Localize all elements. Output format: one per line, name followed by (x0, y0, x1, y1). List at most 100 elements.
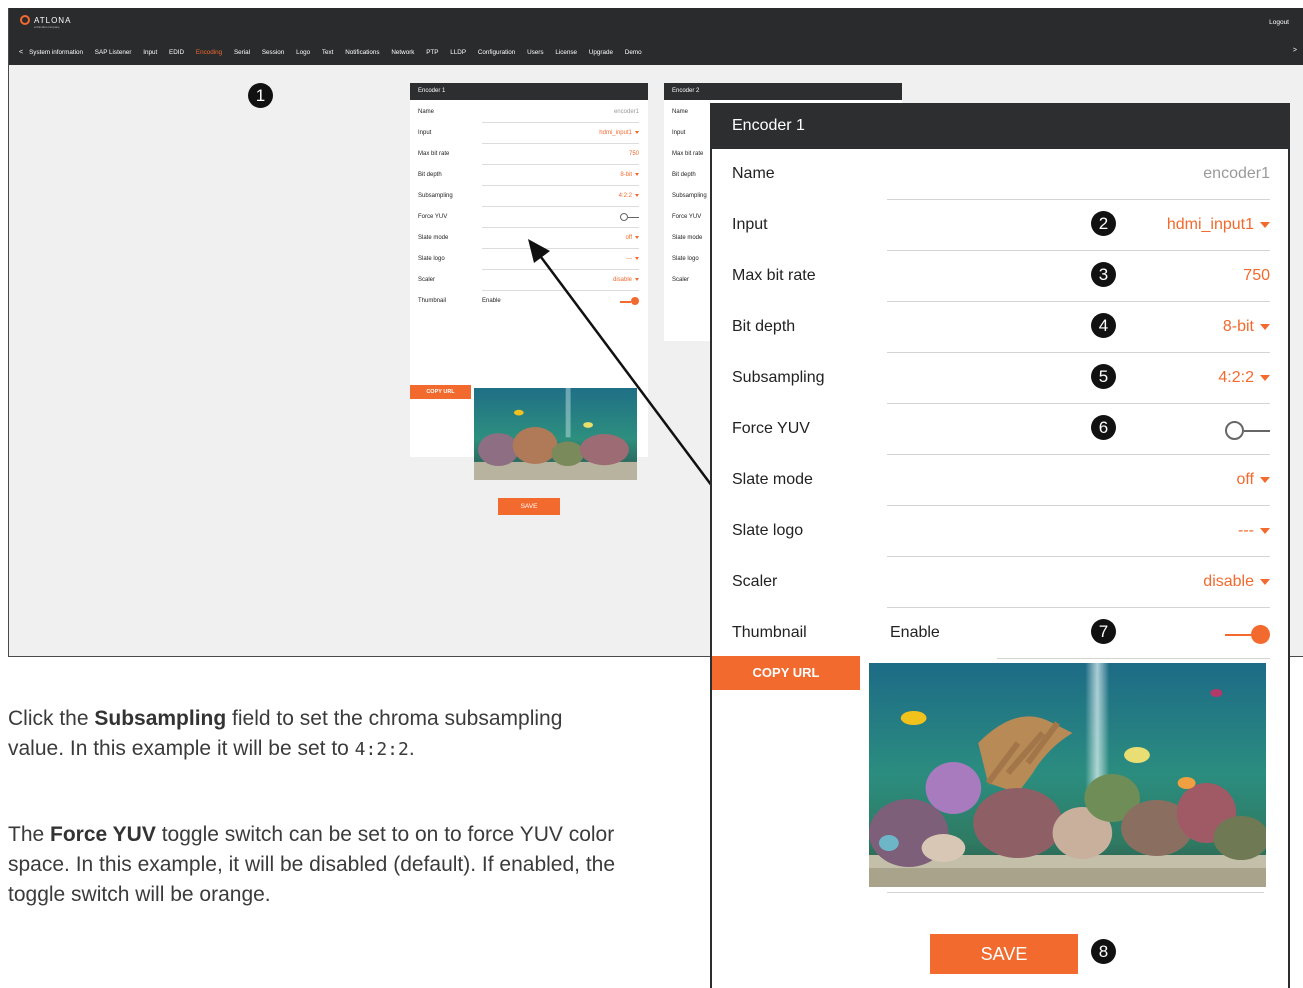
small-input-select[interactable]: hdmi_input1 (599, 130, 639, 136)
small-field-underline (482, 122, 639, 123)
force-yuv-toggle[interactable] (1225, 421, 1270, 440)
brand-logo[interactable]: ATLONA (20, 15, 71, 25)
chevron-down-icon (635, 193, 639, 197)
callout-3: 3 (1091, 262, 1116, 287)
max-bit-rate-input[interactable]: 750 (1243, 267, 1270, 285)
nav-item-encoding[interactable]: Encoding (196, 49, 222, 56)
small-field-underline (482, 164, 639, 165)
enc2-label-bit-depth: Bit depth (672, 172, 696, 178)
small-bit-depth-value: 8-bit (620, 172, 632, 178)
slate-logo-select[interactable]: --- (1238, 522, 1270, 540)
nav-item-users[interactable]: Users (527, 49, 543, 56)
input-value: hdmi_input1 (1166, 216, 1254, 233)
row-name: Name encoder1 (712, 149, 1288, 200)
small-label-bit-depth: Bit depth (418, 172, 442, 178)
small-force-yuv-toggle[interactable] (620, 213, 639, 221)
small-name-input[interactable]: encoder1 (614, 109, 639, 115)
code-value: 4:2:2 (354, 739, 409, 760)
row-scaler: Scaler disable (712, 557, 1288, 608)
nav-item-ptp[interactable]: PTP (426, 49, 438, 56)
chevron-down-icon (1260, 221, 1270, 228)
row-force-yuv: Force YUV (712, 404, 1288, 455)
subsampling-select[interactable]: 4:2:2 (1218, 369, 1270, 387)
nav-item-system-information[interactable]: System information (29, 49, 83, 56)
nav-scroll-left-icon[interactable]: < (9, 49, 29, 56)
small-input-value: hdmi_input1 (599, 130, 632, 136)
text-run: . (408, 737, 415, 760)
label-slate-mode: Slate mode (732, 471, 813, 488)
chevron-down-icon (1260, 323, 1270, 330)
label-name: Name (732, 165, 775, 182)
small-copy-url-button[interactable]: COPY URL (410, 385, 471, 399)
small-field-underline (482, 143, 639, 144)
small-max-bit-rate-input[interactable]: 750 (629, 151, 639, 157)
callout-5: 5 (1091, 364, 1116, 389)
nav-item-lldp[interactable]: LLDP (450, 49, 466, 56)
chevron-down-icon (1260, 527, 1270, 534)
copy-url-button[interactable]: COPY URL (712, 656, 860, 690)
small-label-subsampling: Subsampling (418, 193, 453, 199)
row-bit-depth: Bit depth 8-bit (712, 302, 1288, 353)
thumbnail-preview-image (869, 663, 1266, 887)
thumbnail-underline (887, 892, 1264, 893)
small-row-force-yuv: Force YUV (410, 208, 648, 228)
slate-mode-select[interactable]: off (1237, 471, 1270, 489)
save-button[interactable]: SAVE (930, 934, 1078, 974)
nav-item-edid[interactable]: EDID (169, 49, 184, 56)
small-save-button[interactable]: SAVE (498, 498, 560, 515)
enc2-label-input: Input (672, 130, 686, 136)
nav-item-sap-listener[interactable]: SAP Listener (95, 49, 132, 56)
nav-item-logo[interactable]: Logo (296, 49, 310, 56)
logout-link[interactable]: Logout (1269, 19, 1289, 26)
thumbnail-toggle[interactable] (1225, 625, 1270, 644)
row-subsampling: Subsampling 4:2:2 (712, 353, 1288, 404)
slate-logo-value: --- (1238, 522, 1254, 539)
nav-item-input[interactable]: Input (143, 49, 157, 56)
nav-scroll-right-icon[interactable]: > (1293, 47, 1297, 54)
small-field-underline (482, 206, 639, 207)
nav-item-notifications[interactable]: Notifications (345, 49, 379, 56)
small-bit-depth-select[interactable]: 8-bit (620, 172, 639, 178)
toggle-track (628, 217, 639, 218)
small-label-max-bit-rate: Max bit rate (418, 151, 450, 157)
nav-item-session[interactable]: Session (262, 49, 284, 56)
nav-item-network[interactable]: Network (391, 49, 414, 56)
name-input[interactable]: encoder1 (1203, 165, 1270, 183)
callout-7: 7 (1091, 619, 1116, 644)
label-scaler: Scaler (732, 573, 778, 590)
callout-2: 2 (1091, 211, 1116, 236)
nav-item-upgrade[interactable]: Upgrade (589, 49, 613, 56)
input-select[interactable]: hdmi_input1 (1167, 216, 1270, 234)
brand-name: ATLONA (34, 15, 72, 25)
encoder1-card-title: Encoder 1 (410, 83, 648, 100)
small-field-underline (482, 227, 639, 228)
small-subsampling-select[interactable]: 4:2:2 (619, 193, 639, 199)
small-row-bit-depth: Bit depth 8-bit (410, 166, 648, 186)
nav-item-license[interactable]: License (555, 49, 577, 56)
enc2-label-name: Name (672, 109, 689, 115)
main-nav: < System information SAP Listener Input … (9, 45, 1303, 59)
scaler-select[interactable]: disable (1203, 573, 1270, 591)
bold-force-yuv: Force YUV (50, 823, 156, 846)
small-row-subsampling: Subsampling 4:2:2 (410, 187, 648, 207)
toggle-track (1225, 633, 1253, 636)
callout-8: 8 (1091, 939, 1116, 964)
nav-item-text[interactable]: Text (322, 49, 334, 56)
label-bit-depth: Bit depth (732, 318, 796, 335)
instruction-paragraph-force-yuv: The Force YUV toggle switch can be set t… (8, 820, 618, 910)
small-label-input: Input (418, 130, 432, 136)
row-input: Input hdmi_input1 (712, 200, 1288, 251)
document-page: ATLONA a Panduit company Logout < System… (0, 0, 1303, 988)
nav-item-configuration[interactable]: Configuration (478, 49, 515, 56)
chevron-down-icon (635, 172, 639, 176)
row-slate-logo: Slate logo --- (712, 506, 1288, 557)
label-slate-logo: Slate logo (732, 522, 804, 539)
label-input: Input (732, 216, 768, 233)
toggle-track (1244, 430, 1270, 432)
small-row-name: Name encoder1 (410, 103, 648, 123)
chevron-down-icon (1260, 578, 1270, 585)
bit-depth-select[interactable]: 8-bit (1223, 318, 1270, 336)
chevron-down-icon (1260, 374, 1270, 381)
nav-item-serial[interactable]: Serial (234, 49, 250, 56)
nav-item-demo[interactable]: Demo (625, 49, 642, 56)
